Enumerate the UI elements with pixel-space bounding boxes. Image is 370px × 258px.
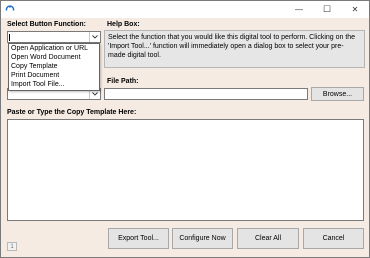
template-textarea[interactable] [7, 119, 364, 221]
text-caret [9, 34, 10, 41]
cancel-button[interactable]: Cancel [303, 228, 364, 249]
function-combo[interactable] [7, 31, 101, 43]
dropdown-option[interactable]: Print Document [9, 71, 99, 80]
file-path-input[interactable] [104, 88, 308, 100]
chevron-down-icon [92, 92, 98, 96]
configure-now-button[interactable]: Configure Now [172, 228, 233, 249]
minimize-button[interactable]: — [285, 1, 313, 18]
maximize-icon: ☐ [322, 4, 332, 14]
title-bar: — ☐ ✕ [1, 1, 369, 18]
close-icon: ✕ [351, 5, 359, 14]
chevron-down-icon [92, 35, 98, 39]
dropdown-option[interactable]: Open Application or URL [9, 44, 99, 53]
help-box: Select the function that you would like … [104, 30, 365, 68]
function-combo-dropdown-button[interactable] [89, 32, 100, 42]
dropdown-option[interactable]: Import Tool File... [9, 80, 99, 89]
close-button[interactable]: ✕ [341, 1, 369, 18]
export-tool-button[interactable]: Export Tool... [108, 228, 169, 249]
dropdown-option[interactable]: Open Word Document [9, 53, 99, 62]
tool-config-window: — ☐ ✕ Select Button Function: Open Appli… [0, 0, 370, 258]
minimize-icon: — [295, 5, 303, 14]
app-icon [5, 5, 15, 11]
help-text: Select the function that you would like … [108, 34, 356, 59]
dropdown-option[interactable]: Copy Template [9, 62, 99, 71]
function-dropdown-list: Open Application or URL Open Word Docume… [8, 43, 100, 91]
status-indicator: 1 [7, 242, 17, 251]
maximize-button[interactable]: ☐ [313, 1, 341, 18]
browse-button[interactable]: Browse... [311, 87, 364, 101]
file-path-label: File Path: [107, 78, 139, 85]
clear-all-button[interactable]: Clear All [237, 228, 299, 249]
select-function-label: Select Button Function: [7, 21, 86, 28]
help-box-label: Help Box: [107, 21, 140, 28]
template-label: Paste or Type the Copy Template Here: [7, 109, 137, 116]
